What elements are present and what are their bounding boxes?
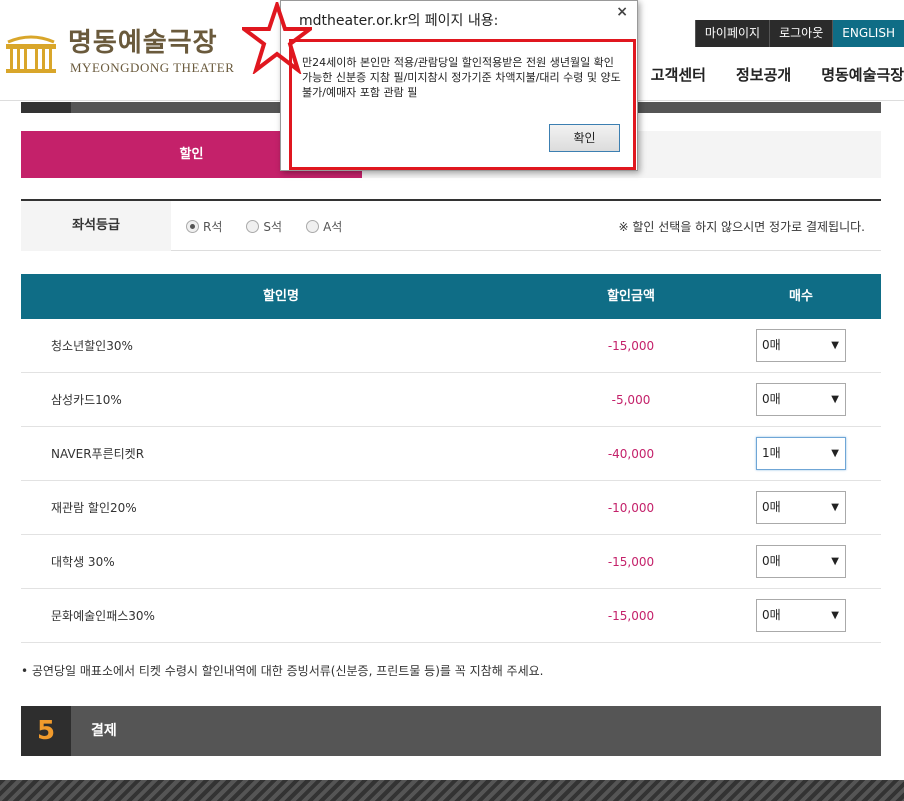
seat-grade-options: R석 S석 A석	[186, 218, 366, 235]
quantity-value: 0매	[762, 338, 781, 352]
dialog-highlight-box: 만24세이하 본인만 적용/관람당일 할인적용받은 전원 생년월일 확인 가능한…	[289, 39, 636, 170]
page: 명동예술극장 MYEONGDONG THEATER 마이페이지 로그아웃 ENG…	[0, 0, 904, 801]
discount-name: 문화예술인패스30%	[51, 609, 155, 623]
quantity-select[interactable]: 1매 ▼	[756, 437, 846, 470]
seat-grade-label: 좌석등급	[21, 201, 171, 251]
quantity-select[interactable]: 0매 ▼	[756, 545, 846, 578]
section-header-number	[21, 102, 71, 113]
logout-link[interactable]: 로그아웃	[769, 20, 833, 47]
table-header: 할인명 할인금액 매수	[21, 274, 881, 319]
dialog-title: mdtheater.or.kr의 페이지 내용:	[299, 13, 499, 29]
step-title: 결제	[91, 723, 117, 739]
table-row: 문화예술인패스30% -15,000 0매 ▼	[21, 589, 881, 643]
table-row: 대학생 30% -15,000 0매 ▼	[21, 535, 881, 589]
quantity-value: 0매	[762, 554, 781, 568]
document-notice: • 공연당일 매표소에서 티켓 수령시 할인내역에 대한 증빙서류(신분증, 프…	[21, 664, 544, 678]
quantity-value: 0매	[762, 392, 781, 406]
main-nav: 고객센터 정보공개 명동예술극장	[621, 64, 904, 85]
discount-amount: -40,000	[607, 447, 655, 461]
seat-grade-row: 좌석등급 R석 S석 A석 ※ 할인 선택을 하지 않으시면 정가로 결제됩니다…	[21, 199, 881, 251]
table-row: NAVER푸른티켓R -40,000 1매 ▼	[21, 427, 881, 481]
alert-dialog: mdtheater.or.kr의 페이지 내용: × 만24세이하 본인만 적용…	[280, 0, 638, 171]
header-quantity: 매수	[789, 289, 813, 304]
dropdown-arrow-icon: ▼	[831, 340, 839, 351]
quantity-select[interactable]: 0매 ▼	[756, 491, 846, 524]
table-row: 재관람 할인20% -10,000 0매 ▼	[21, 481, 881, 535]
dropdown-arrow-icon: ▼	[831, 610, 839, 621]
discount-name: 삼성카드10%	[51, 393, 122, 407]
seat-option-r[interactable]: R석	[186, 218, 222, 235]
radio-checked-icon[interactable]	[186, 220, 199, 233]
table-row: 청소년할인30% -15,000 0매 ▼	[21, 319, 881, 373]
quantity-select[interactable]: 0매 ▼	[756, 329, 846, 362]
nav-myeongdong-theater[interactable]: 명동예술극장	[821, 64, 904, 85]
discount-amount: -5,000	[611, 393, 651, 407]
header-discount-amount: 할인금액	[607, 289, 655, 304]
seat-option-label: S석	[263, 220, 283, 234]
discount-name: 대학생 30%	[51, 555, 115, 569]
seat-option-a[interactable]: A석	[306, 218, 342, 235]
dropdown-arrow-icon: ▼	[831, 448, 839, 459]
payment-step-bar[interactable]: 5 결제	[21, 706, 881, 756]
mypage-link[interactable]: 마이페이지	[694, 20, 770, 47]
logo-english: MYEONGDONG THEATER	[70, 60, 235, 75]
discount-name: 청소년할인30%	[51, 339, 133, 353]
table-row: 삼성카드10% -5,000 0매 ▼	[21, 373, 881, 427]
nav-customer-center[interactable]: 고객센터	[651, 64, 706, 85]
dropdown-arrow-icon: ▼	[831, 502, 839, 513]
confirm-button[interactable]: 확인	[549, 124, 620, 152]
star-annotation-icon	[242, 2, 312, 74]
quantity-value: 0매	[762, 608, 781, 622]
logo-korean: 명동예술극장	[68, 28, 218, 58]
english-link[interactable]: ENGLISH	[832, 20, 904, 47]
seat-grade-note: ※ 할인 선택을 하지 않으시면 정가로 결제됩니다.	[618, 220, 865, 234]
seat-option-label: R석	[203, 220, 223, 234]
theater-logo-icon	[6, 35, 56, 73]
seat-option-s[interactable]: S석	[246, 218, 282, 235]
discount-amount: -15,000	[607, 339, 655, 353]
quantity-value: 0매	[762, 500, 781, 514]
seat-option-label: A석	[323, 220, 343, 234]
discount-table: 할인명 할인금액 매수 청소년할인30% -15,000 0매 ▼ 삼성카드10…	[21, 274, 881, 643]
quantity-value: 1매	[762, 446, 781, 460]
dropdown-arrow-icon: ▼	[831, 556, 839, 567]
step-number: 5	[21, 706, 71, 756]
radio-unchecked-icon[interactable]	[246, 220, 260, 233]
dialog-message: 만24세이하 본인만 적용/관람당일 할인적용받은 전원 생년월일 확인 가능한…	[302, 56, 621, 99]
nav-public-info[interactable]: 정보공개	[736, 64, 791, 85]
quantity-select[interactable]: 0매 ▼	[756, 383, 846, 416]
close-icon[interactable]: ×	[616, 4, 628, 20]
quantity-select[interactable]: 0매 ▼	[756, 599, 846, 632]
logo[interactable]: 명동예술극장 MYEONGDONG THEATER	[2, 22, 234, 78]
discount-amount: -10,000	[607, 501, 655, 515]
utility-links: 마이페이지 로그아웃 ENGLISH	[694, 20, 904, 47]
footer-stripe	[0, 780, 904, 801]
dropdown-arrow-icon: ▼	[831, 394, 839, 405]
discount-name: 재관람 할인20%	[51, 501, 137, 515]
discount-amount: -15,000	[607, 609, 655, 623]
discount-amount: -15,000	[607, 555, 655, 569]
header-discount-name: 할인명	[263, 289, 299, 304]
radio-unchecked-icon[interactable]	[306, 220, 320, 233]
discount-name: NAVER푸른티켓R	[51, 447, 145, 461]
